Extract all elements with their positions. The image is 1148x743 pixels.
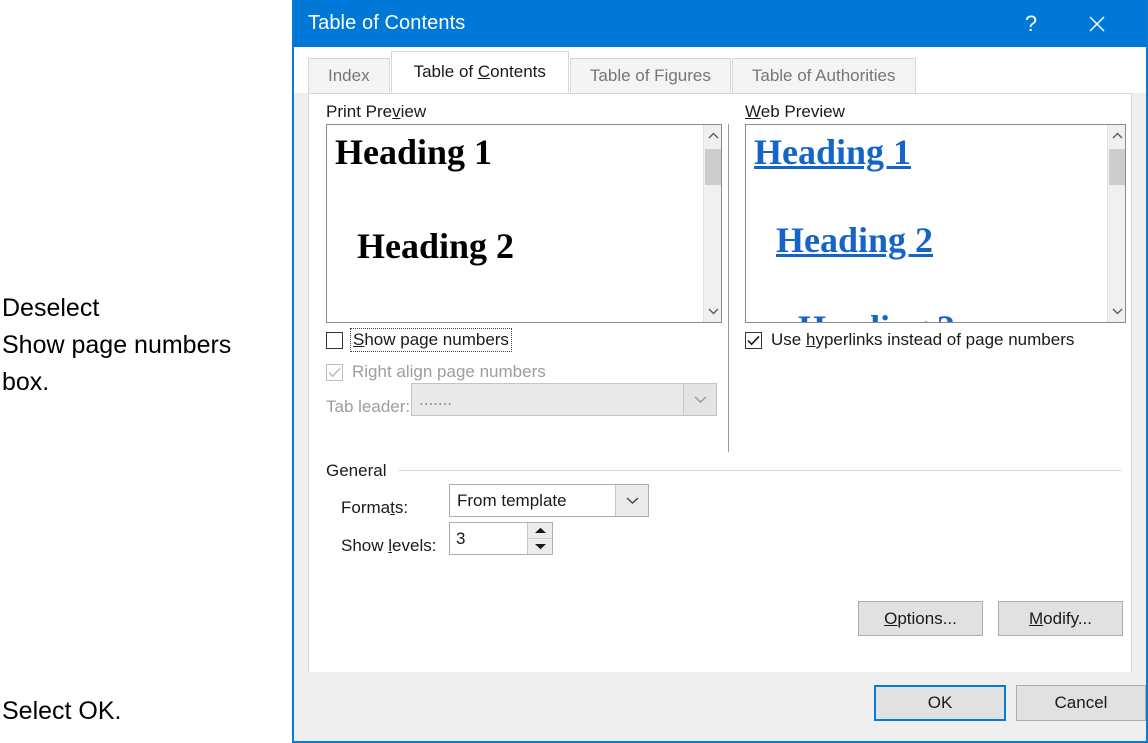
tab-index[interactable]: Index	[308, 58, 390, 93]
ok-button-label: OK	[927, 693, 953, 712]
screenshot-root: Deselect Show page numbers box. Select O…	[0, 0, 1148, 743]
tab-leader-combobox: .......	[411, 383, 717, 416]
tab-index-label: Index	[328, 66, 370, 85]
tab-page-table-of-contents: Print Preview Heading 1 Heading 2 Show p…	[308, 93, 1132, 717]
web-preview-heading-2[interactable]: Heading 2	[776, 219, 933, 261]
tab-leader-value: .......	[419, 389, 453, 409]
annotation-select-ok: Select OK.	[2, 697, 122, 725]
annotation-deselect-show-page-numbers: Deselect Show page numbers box.	[2, 294, 232, 396]
triangle-down-icon[interactable]	[528, 539, 552, 554]
tab-table-of-authorities[interactable]: Table of Authorities	[731, 58, 916, 93]
tab-table-of-contents-label: Table of Contents	[413, 62, 546, 81]
dialog-tabstrip: Index Table of Contents Table of Figures…	[294, 47, 1146, 93]
show-levels-value[interactable]: 3	[450, 523, 527, 554]
web-preview-scrollbar[interactable]	[1107, 125, 1125, 322]
formats-label: Formats:	[341, 498, 409, 517]
triangle-up-icon[interactable]	[528, 523, 552, 539]
print-preview-label: Print Preview	[326, 102, 427, 121]
web-preview-content: Heading 1 Heading 2 Heading 3	[746, 125, 1107, 322]
options-button-label: Options...	[884, 608, 957, 628]
right-align-page-numbers-checkbox	[326, 363, 343, 381]
use-hyperlinks-checkbox[interactable]	[745, 331, 762, 349]
tab-table-of-figures[interactable]: Table of Figures	[569, 58, 731, 93]
dialog-title: Table of Contents	[308, 12, 466, 34]
print-preview-heading-1: Heading 1	[335, 132, 493, 172]
chevron-up-icon[interactable]	[704, 127, 721, 145]
dialog-footer: OK Cancel	[294, 672, 1146, 741]
modify-button-label: Modify...	[1029, 608, 1092, 628]
options-button[interactable]: Options...	[858, 601, 983, 636]
web-preview-label: Web Preview	[745, 102, 845, 121]
cancel-button[interactable]: Cancel	[1016, 685, 1146, 721]
show-page-numbers-label: Show page numbers	[350, 328, 512, 352]
use-hyperlinks-row[interactable]: Use hyperlinks instead of page numbers	[745, 330, 1074, 350]
right-align-page-numbers-label: Right align page numbers	[352, 362, 546, 381]
print-preview-scrollbar[interactable]	[703, 125, 721, 322]
show-levels-spinner[interactable]: 3	[449, 522, 553, 555]
general-group-rule	[399, 470, 1121, 471]
print-preview-box: Heading 1 Heading 2	[326, 124, 722, 323]
general-group-label: General	[326, 461, 387, 480]
chevron-up-icon[interactable]	[1108, 127, 1125, 145]
close-icon[interactable]	[1074, 0, 1120, 47]
show-levels-label: Show levels:	[341, 536, 437, 555]
chevron-down-icon[interactable]	[615, 485, 648, 516]
dialog-titlebar: Table of Contents ?	[294, 0, 1146, 47]
panel-divider	[728, 124, 729, 452]
chevron-down-icon[interactable]	[704, 302, 721, 320]
web-preview-box: Heading 1 Heading 2 Heading 3	[745, 124, 1126, 323]
show-levels-spin-buttons	[527, 523, 552, 554]
tab-table-of-contents[interactable]: Table of Contents	[390, 51, 569, 93]
chevron-down-icon[interactable]	[1108, 302, 1125, 320]
show-page-numbers-row[interactable]: Show page numbers	[326, 328, 512, 352]
help-icon[interactable]: ?	[1008, 0, 1054, 47]
formats-combobox[interactable]: From template	[449, 484, 649, 517]
show-page-numbers-checkbox[interactable]	[326, 331, 343, 349]
web-preview-heading-3[interactable]: Heading 3	[798, 307, 955, 322]
scrollbar-thumb[interactable]	[705, 149, 721, 185]
tab-leader-label: Tab leader:	[326, 397, 411, 416]
table-of-contents-dialog: Table of Contents ? Index Table of Conte…	[292, 0, 1148, 743]
use-hyperlinks-label: Use hyperlinks instead of page numbers	[771, 330, 1075, 349]
ok-button[interactable]: OK	[874, 685, 1006, 721]
help-glyph: ?	[1024, 10, 1038, 36]
tab-table-of-figures-label: Table of Figures	[589, 66, 711, 85]
chevron-down-icon	[683, 384, 716, 415]
formats-value: From template	[457, 490, 567, 510]
web-preview-heading-1[interactable]: Heading 1	[754, 131, 911, 173]
print-preview-heading-2: Heading 2	[357, 226, 515, 266]
scrollbar-thumb[interactable]	[1109, 149, 1125, 185]
right-align-page-numbers-row: Right align page numbers	[326, 362, 546, 382]
cancel-button-label: Cancel	[1054, 693, 1108, 712]
tab-table-of-authorities-label: Table of Authorities	[751, 66, 896, 85]
print-preview-content: Heading 1 Heading 2	[327, 125, 703, 322]
modify-button[interactable]: Modify...	[998, 601, 1123, 636]
